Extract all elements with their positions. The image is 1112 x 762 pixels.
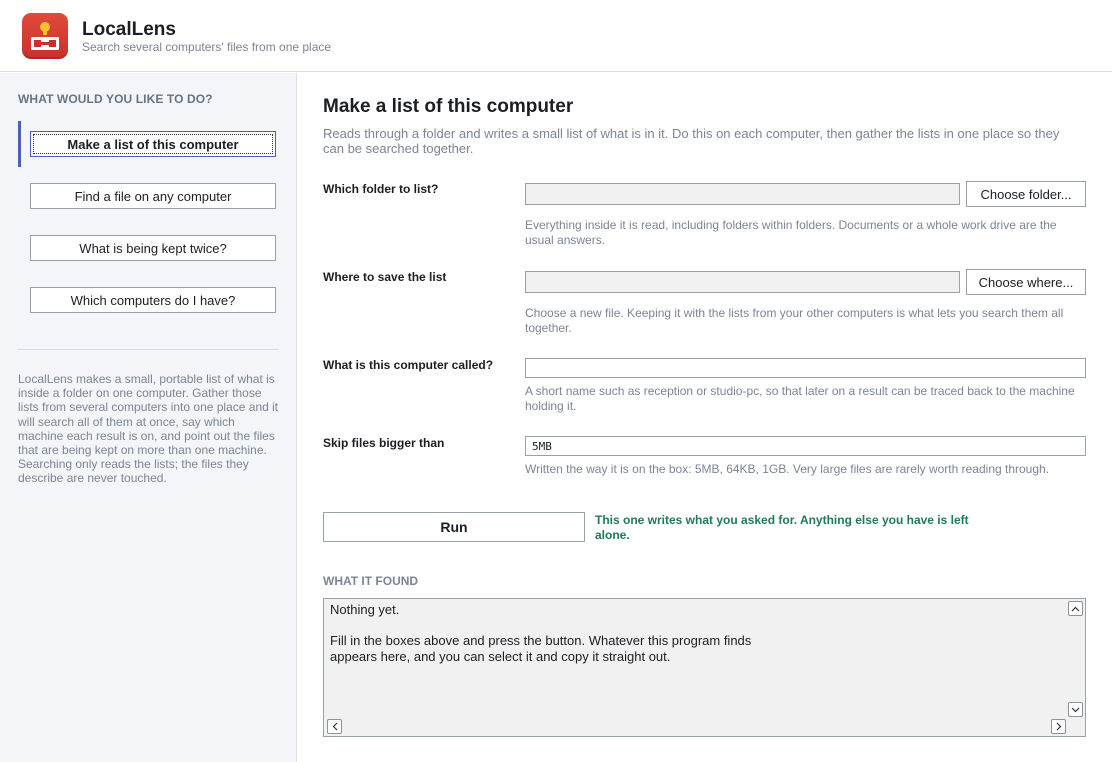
sidebar-item-label: Find a file on any computer <box>74 188 232 204</box>
skip-size-help: Written the way it is on the box: 5MB, 6… <box>525 462 1050 476</box>
sidebar-item-duplicates[interactable]: What is being kept twice? <box>30 235 276 261</box>
app-subtitle: Search several computers' files from one… <box>82 40 332 54</box>
folder-help: Everything inside it is read, including … <box>525 218 1057 247</box>
save-label: Where to save the list <box>323 270 447 284</box>
focus-ring <box>33 134 273 154</box>
scroll-left-icon[interactable] <box>327 719 342 734</box>
scroll-down-icon[interactable] <box>1068 702 1083 717</box>
main-panel: Make a list of this computer Reads throu… <box>297 73 1112 762</box>
active-indicator <box>18 121 21 167</box>
app-title: LocalLens <box>82 19 176 40</box>
skip-size-input[interactable] <box>525 436 1086 456</box>
scroll-right-icon[interactable] <box>1051 719 1066 734</box>
computer-name-help: A short name such as reception or studio… <box>525 384 1075 413</box>
computer-name-input[interactable] <box>525 358 1086 378</box>
sidebar-item-find-file[interactable]: Find a file on any computer <box>30 183 276 209</box>
sidebar-item-label: What is being kept twice? <box>79 240 227 256</box>
output-textarea[interactable]: Nothing yet. Fill in the boxes above and… <box>323 598 1086 737</box>
sidebar: WHAT WOULD YOU LIKE TO DO? Make a list o… <box>0 73 297 762</box>
app-logo-icon <box>22 13 68 59</box>
folder-input[interactable] <box>525 183 960 205</box>
scroll-up-icon[interactable] <box>1068 601 1083 616</box>
run-button[interactable]: Run <box>323 512 585 542</box>
computer-name-label: What is this computer called? <box>323 358 494 372</box>
page-description: Reads through a folder and writes a smal… <box>323 126 1060 156</box>
found-heading: WHAT IT FOUND <box>323 574 419 588</box>
sidebar-about-text: LocalLens makes a small, portable list o… <box>18 372 279 486</box>
app-header: LocalLens Search several computers' file… <box>0 0 1112 72</box>
save-help: Choose a new file. Keeping it with the l… <box>525 306 1064 335</box>
run-note: This one writes what you asked for. Anyt… <box>595 513 969 542</box>
sidebar-item-label: Which computers do I have? <box>70 292 236 308</box>
folder-label: Which folder to list? <box>323 182 439 196</box>
sidebar-heading: WHAT WOULD YOU LIKE TO DO? <box>18 92 213 106</box>
sidebar-item-computers[interactable]: Which computers do I have? <box>30 287 276 313</box>
skip-size-label: Skip files bigger than <box>323 436 445 450</box>
sidebar-item-make-list[interactable]: Make a list of this computer <box>30 131 276 157</box>
sidebar-divider <box>18 349 278 350</box>
page-title: Make a list of this computer <box>323 96 574 117</box>
save-path-input[interactable] <box>525 271 960 293</box>
choose-folder-button[interactable]: Choose folder... <box>966 181 1086 207</box>
choose-where-button[interactable]: Choose where... <box>966 269 1086 295</box>
output-text[interactable]: Nothing yet. Fill in the boxes above and… <box>330 602 1060 664</box>
